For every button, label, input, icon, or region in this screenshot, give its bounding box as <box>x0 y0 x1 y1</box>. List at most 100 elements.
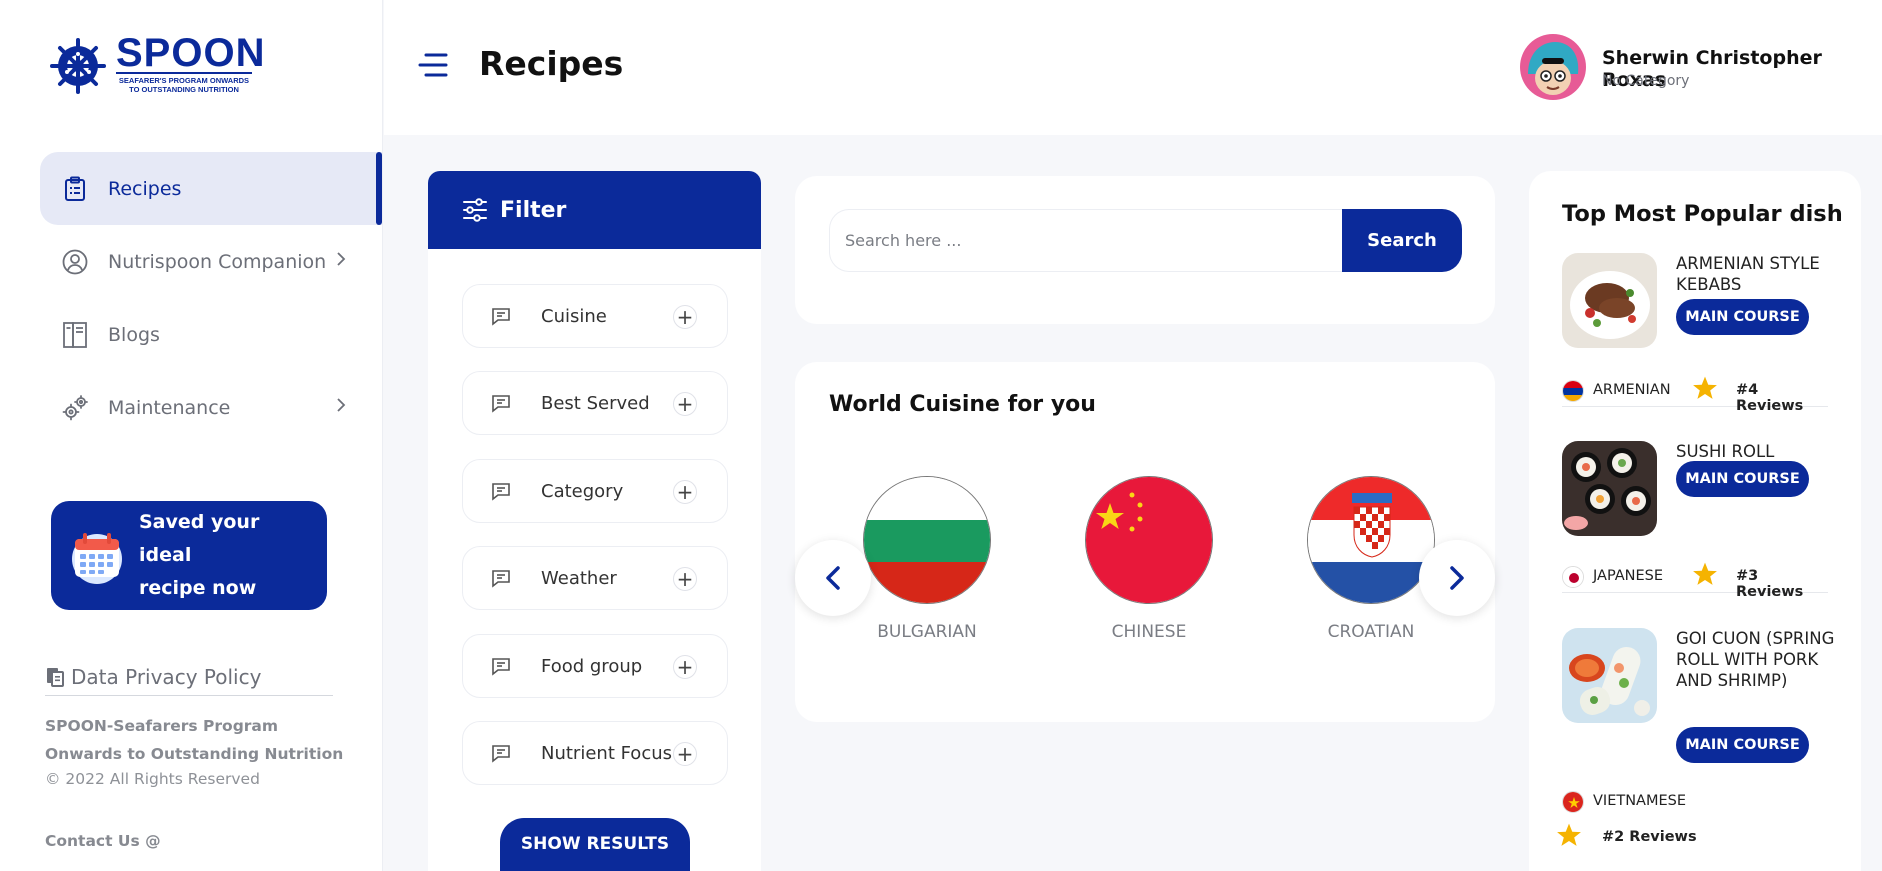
star-icon <box>1692 375 1718 405</box>
tagline-line-1: SEAFARER'S PROGRAM ONWARDS <box>118 76 250 85</box>
dish-meta: VIETNAMESE <box>1562 788 1828 818</box>
dish-name[interactable]: ARMENIAN STYLE KEBABS <box>1676 253 1836 295</box>
page-title: Recipes <box>479 44 624 83</box>
star-icon <box>1692 561 1718 591</box>
search-button[interactable]: Search <box>1342 209 1462 272</box>
comment-icon <box>491 743 511 763</box>
user-category: No Category <box>1602 73 1690 89</box>
plus-icon[interactable]: + <box>673 392 697 416</box>
filter-label: Food group <box>541 655 643 677</box>
comment-icon <box>491 481 511 501</box>
sidebar-item-maintenance[interactable]: Maintenance <box>40 371 382 444</box>
dish-reviews: #3 Reviews <box>1736 568 1804 600</box>
filter-label: Category <box>541 480 624 502</box>
save-recipe-promo[interactable]: Saved your ideal recipe now <box>51 501 327 610</box>
ship-wheel-icon <box>50 38 106 94</box>
menu-toggle-icon[interactable] <box>418 52 448 82</box>
comment-icon <box>491 568 511 588</box>
dish-reviews: #2 Reviews <box>1602 829 1697 845</box>
filter-header: Filter <box>428 171 761 249</box>
filter-weather[interactable]: Weather + <box>462 546 728 610</box>
popular-dishes-panel: Top Most Popular dish ARMENIAN STYLE KEB… <box>1529 171 1861 871</box>
carousel-prev-button[interactable] <box>795 540 871 616</box>
sidebar-item-label: Maintenance <box>108 396 231 419</box>
course-badge[interactable]: MAIN COURSE <box>1676 299 1809 335</box>
copyright: © 2022 All Rights Reserved <box>45 770 260 788</box>
cuisine-label[interactable]: CHINESE <box>1059 622 1239 642</box>
dish-meta-reviews: #2 Reviews <box>1557 823 1828 854</box>
show-results-button[interactable]: SHOW RESULTS <box>500 818 690 871</box>
chevron-left-icon <box>826 566 840 590</box>
filter-label: Cuisine <box>541 305 607 327</box>
plus-icon[interactable]: + <box>673 480 697 504</box>
promo-line-1: Saved your ideal <box>139 511 260 566</box>
document-icon <box>47 668 64 687</box>
cuisine-label[interactable]: CROATIAN <box>1281 622 1461 642</box>
dish-image[interactable] <box>1562 253 1657 348</box>
course-badge[interactable]: MAIN COURSE <box>1676 461 1809 497</box>
sidebar-item-nutrispoon-companion[interactable]: Nutrispoon Companion <box>40 225 382 298</box>
contact-us[interactable]: Contact Us @ <box>45 832 161 850</box>
promo-line-2: recipe now <box>139 577 257 599</box>
cuisine-label[interactable]: BULGARIAN <box>837 622 1017 642</box>
flag-bulgaria[interactable] <box>863 476 991 604</box>
comment-icon <box>491 656 511 676</box>
filter-label: Nutrient Focus <box>541 742 673 764</box>
privacy-label: Data Privacy Policy <box>71 665 262 689</box>
dish-image[interactable] <box>1562 628 1657 723</box>
search-card: Search <box>795 176 1495 324</box>
dish-image[interactable] <box>1562 441 1657 536</box>
promo-text: Saved your ideal recipe now <box>139 506 309 605</box>
filter-cuisine[interactable]: Cuisine + <box>462 284 728 348</box>
spoon-logo[interactable]: SPOON SEAFARER'S PROGRAM ONWARDS TO OUTS… <box>48 31 266 94</box>
plus-icon[interactable]: + <box>673 567 697 591</box>
world-cuisine-card: World Cuisine for you BULGARIAN CHINESE … <box>795 362 1495 722</box>
comment-icon <box>491 306 511 326</box>
data-privacy-link[interactable]: Data Privacy Policy <box>45 665 333 696</box>
vietnam-flag-icon <box>1562 791 1584 813</box>
tagline-line-2: TO OUTSTANDING NUTRITION <box>129 85 239 94</box>
filter-nutrient-focus[interactable]: Nutrient Focus + <box>462 721 728 785</box>
filter-label: Best Served <box>541 392 650 414</box>
chevron-right-icon <box>1450 566 1464 590</box>
dish-name[interactable]: GOI CUON (SPRING ROLL WITH PORK AND SHRI… <box>1676 628 1836 691</box>
user-circle-icon <box>60 247 90 277</box>
filter-category[interactable]: Category + <box>462 459 728 523</box>
org-line-1: SPOON-Seafarers Program <box>45 717 279 735</box>
plus-icon[interactable]: + <box>673 655 697 679</box>
plus-icon[interactable]: + <box>673 742 697 766</box>
sidebar-item-recipes[interactable]: Recipes <box>40 152 382 225</box>
brand-name: SPOON <box>116 31 266 75</box>
flag-china[interactable] <box>1085 476 1213 604</box>
sidebar: SPOON SEAFARER'S PROGRAM ONWARDS TO OUTS… <box>0 0 383 871</box>
filter-best-served[interactable]: Best Served + <box>462 371 728 435</box>
dish-reviews: #4 Reviews <box>1736 382 1804 414</box>
sidebar-item-label: Recipes <box>108 177 182 200</box>
dish-country: ARMENIAN <box>1593 382 1671 398</box>
star-icon <box>1556 822 1582 852</box>
sidebar-nav: Recipes Nutrispoon Companion Blogs Maint… <box>40 152 382 444</box>
org-line-2: Onwards to Outstanding Nutrition <box>45 745 344 763</box>
avatar[interactable] <box>1520 34 1586 100</box>
japan-flag-icon <box>1562 566 1584 588</box>
search-input[interactable] <box>829 209 1345 272</box>
filter-label: Weather <box>541 567 617 589</box>
gears-icon <box>60 393 90 423</box>
popular-title: Top Most Popular dish <box>1562 201 1843 227</box>
sidebar-item-label: Blogs <box>108 323 160 346</box>
sliders-icon <box>463 198 487 222</box>
plus-icon[interactable]: + <box>673 305 697 329</box>
dish-name[interactable]: SUSHI ROLL <box>1676 441 1836 462</box>
brand-tagline: SEAFARER'S PROGRAM ONWARDS TO OUTSTANDIN… <box>116 72 252 94</box>
dish-meta: JAPANESE #3 Reviews <box>1562 561 1828 600</box>
book-icon <box>60 320 90 350</box>
sidebar-item-blogs[interactable]: Blogs <box>40 298 382 371</box>
dish-meta: ARMENIAN #4 Reviews <box>1562 375 1828 414</box>
clipboard-icon <box>60 174 90 204</box>
chevron-right-icon <box>336 250 346 272</box>
dish-country: JAPANESE <box>1593 568 1664 584</box>
flag-croatia[interactable] <box>1307 476 1435 604</box>
filter-food-group[interactable]: Food group + <box>462 634 728 698</box>
course-badge[interactable]: MAIN COURSE <box>1676 727 1809 763</box>
carousel-next-button[interactable] <box>1419 540 1495 616</box>
